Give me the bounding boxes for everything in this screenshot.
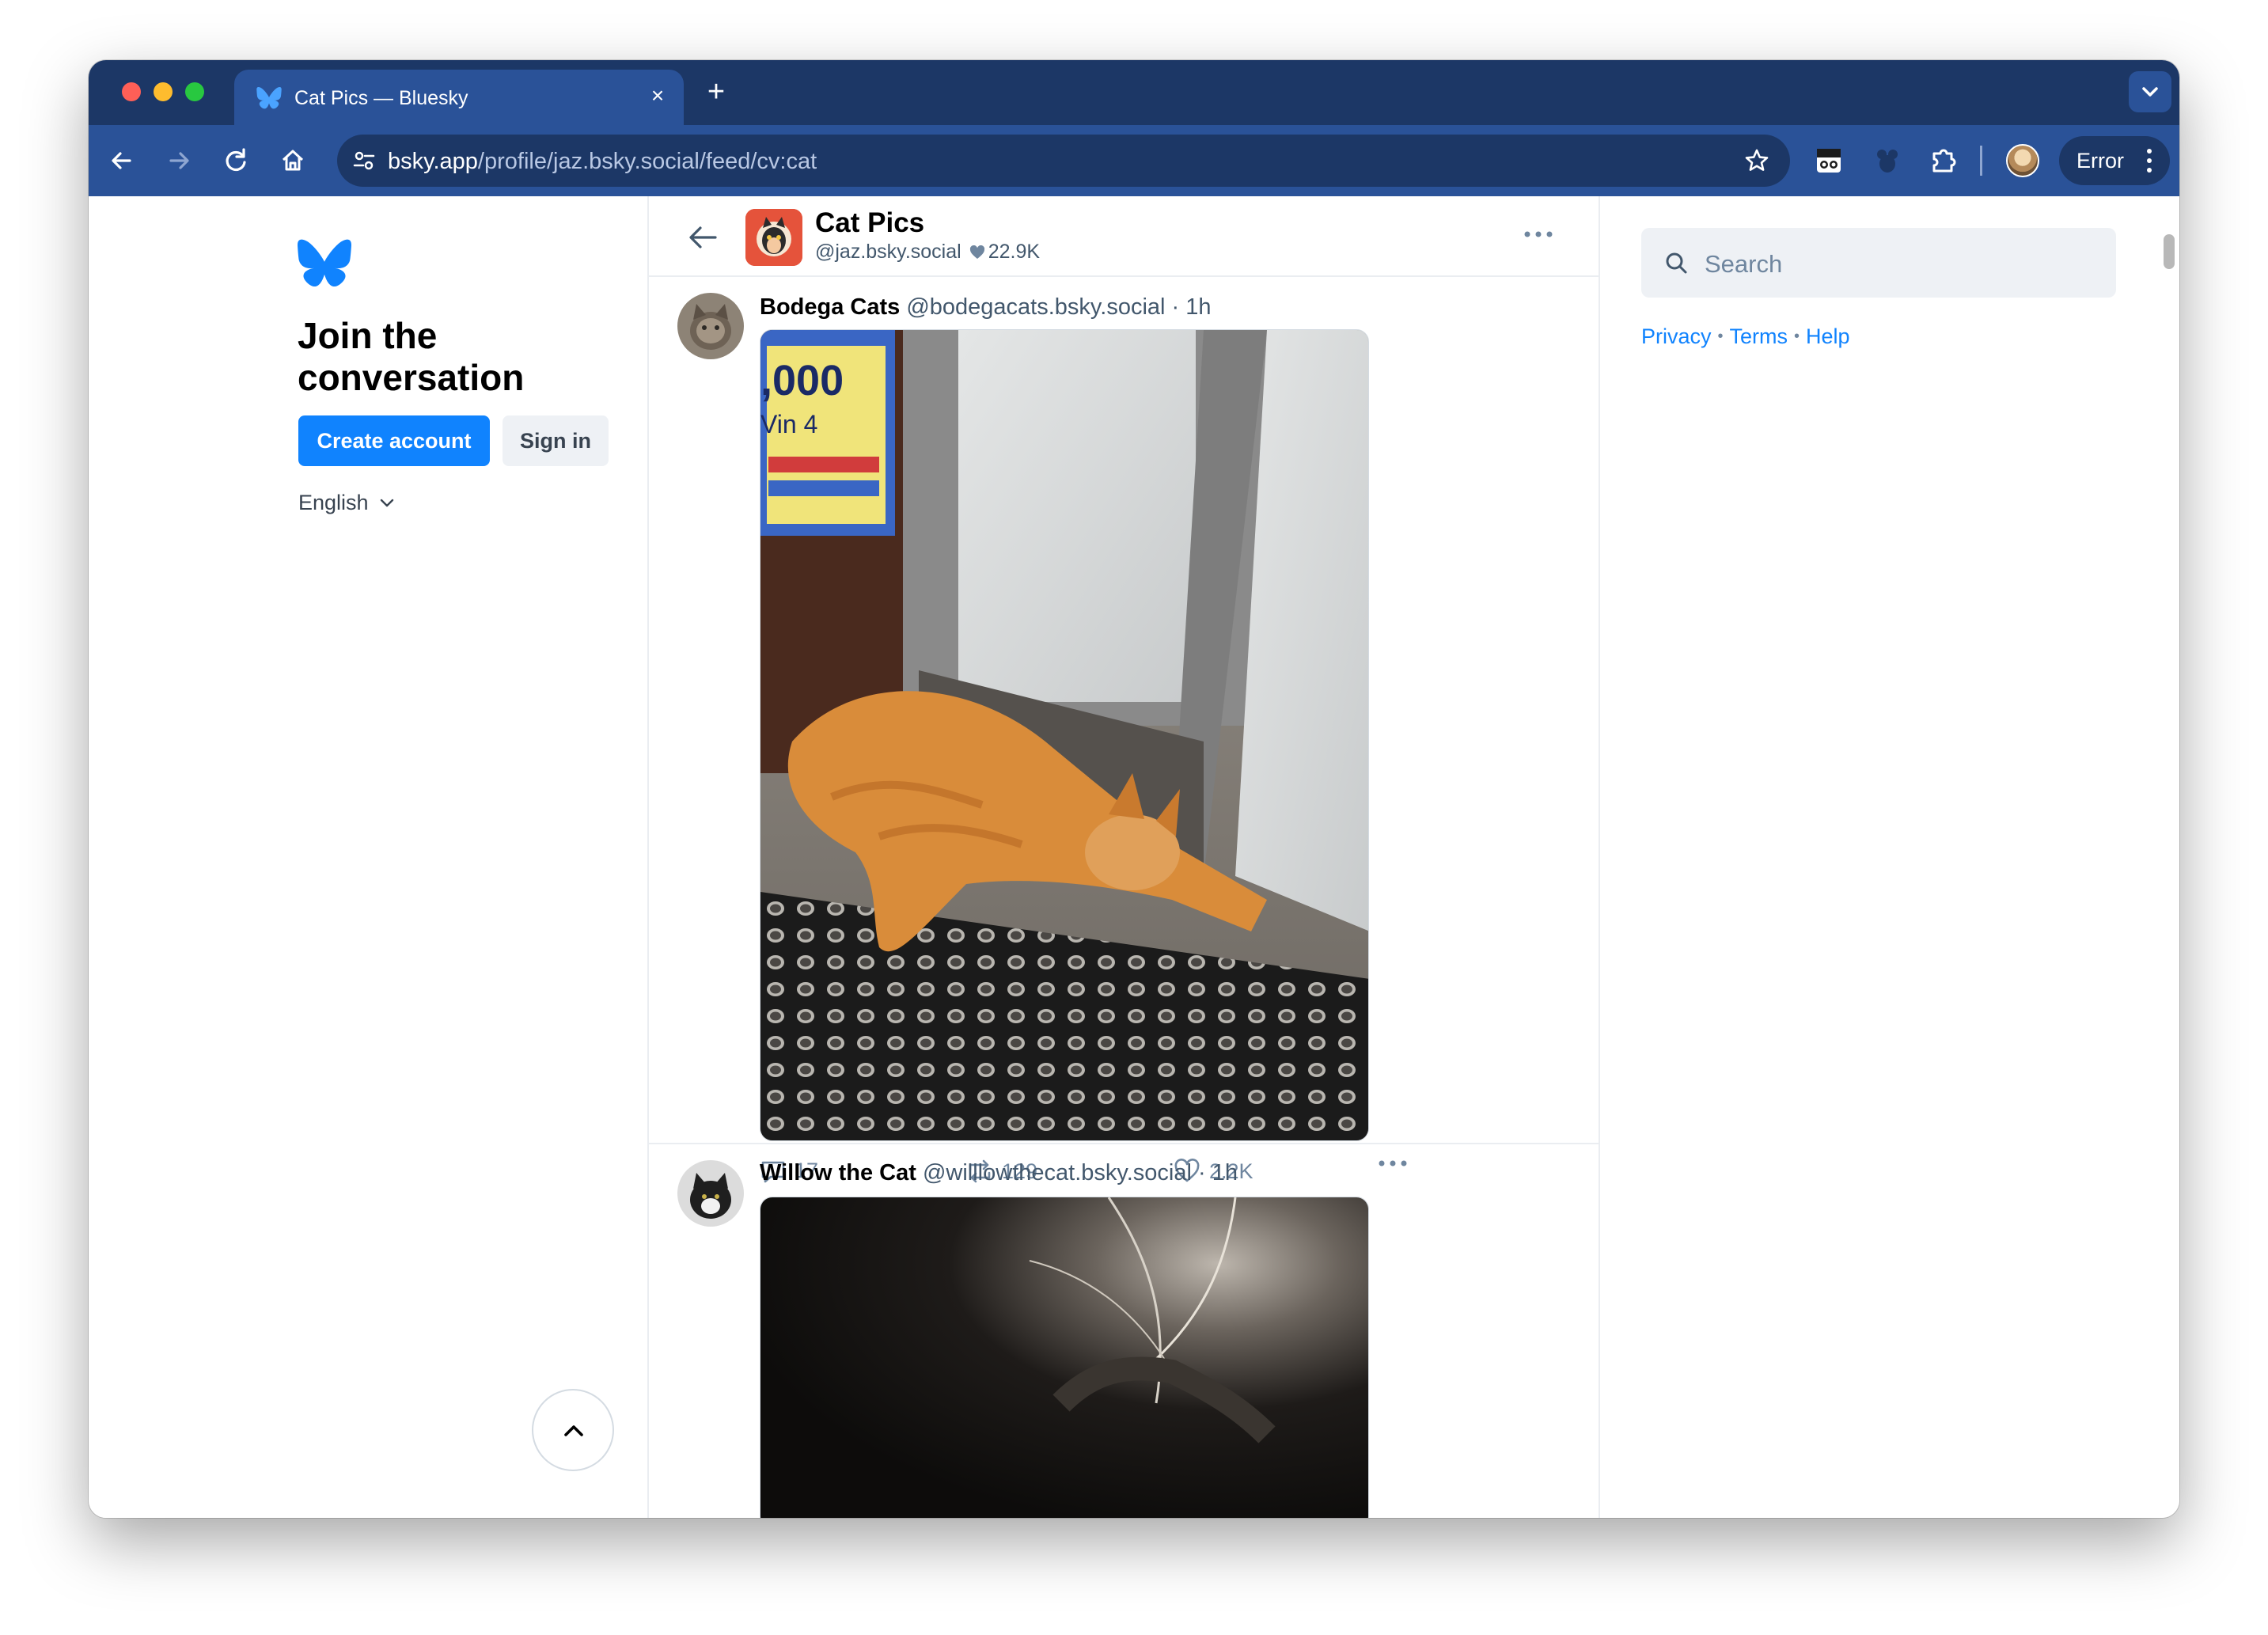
black-cat-photo: [760, 1197, 1368, 1518]
poster-small-text: Vin 4: [760, 410, 817, 438]
tab-strip: Cat Pics — Bluesky × +: [89, 60, 2179, 125]
feed-avatar[interactable]: [745, 209, 802, 266]
feed-post[interactable]: Willow the Cat @willlowthecat.bsky.socia…: [649, 1144, 1599, 1518]
scroll-to-top-button[interactable]: [532, 1389, 614, 1471]
post-author-avatar[interactable]: [677, 293, 744, 359]
post-image[interactable]: ,000 Vin 4: [760, 329, 1369, 1141]
mouse-extension-icon[interactable]: [1869, 142, 1906, 179]
link-separator: •: [1717, 328, 1724, 345]
cat-avatar-image: [677, 293, 744, 359]
reload-icon[interactable]: [218, 143, 253, 178]
browser-toolbar: bsky.app/profile/jaz.bsky.social/feed/cv…: [89, 125, 2179, 196]
address-bar[interactable]: bsky.app/profile/jaz.bsky.social/feed/cv…: [337, 135, 1790, 187]
chevron-down-icon: [2142, 87, 2158, 97]
bluesky-logo-icon[interactable]: [298, 239, 351, 288]
back-arrow-icon[interactable]: [687, 223, 719, 252]
footer-links: Privacy • Terms • Help: [1641, 324, 1850, 349]
feed-handle[interactable]: @jaz.bsky.social: [815, 241, 961, 264]
reader-extension-icon[interactable]: [1811, 142, 1847, 179]
orange-cat-photo: ,000 Vin 4: [760, 330, 1368, 1140]
join-heading: Join the conversation: [298, 315, 525, 398]
forward-icon[interactable]: [161, 143, 196, 178]
close-window-button[interactable]: [122, 82, 141, 101]
post-author-name[interactable]: Bodega Cats: [760, 294, 900, 320]
privacy-link[interactable]: Privacy: [1641, 324, 1712, 349]
site-settings-icon[interactable]: [351, 148, 377, 173]
minimize-window-button[interactable]: [154, 82, 173, 101]
feed-likes: 22.9K: [969, 241, 1040, 264]
profile-error-label: Error: [2076, 149, 2124, 173]
chevron-down-icon: [380, 499, 393, 506]
back-icon[interactable]: [104, 143, 139, 178]
home-icon[interactable]: [275, 143, 310, 178]
sign-in-button[interactable]: Sign in: [503, 415, 609, 466]
new-tab-button[interactable]: +: [698, 74, 734, 111]
bookmark-star-icon[interactable]: [1743, 146, 1771, 175]
feed-title: Cat Pics: [815, 207, 925, 238]
browser-window: Cat Pics — Bluesky × + bsky.app/profile/…: [89, 60, 2179, 1518]
tab-close-icon[interactable]: ×: [643, 81, 673, 111]
post-author-handle[interactable]: @willlowthecat.bsky.social: [923, 1160, 1192, 1185]
heart-icon: [969, 245, 984, 259]
search-input[interactable]: Search: [1641, 228, 2116, 298]
post-image[interactable]: [760, 1197, 1369, 1518]
post-author-handle[interactable]: @bodegacats.bsky.social: [906, 294, 1165, 320]
language-label: English: [298, 491, 369, 514]
tab-active[interactable]: Cat Pics — Bluesky ×: [234, 70, 684, 125]
link-separator: •: [1794, 328, 1800, 345]
post-header: Bodega Cats @bodegacats.bsky.social · 1h: [760, 294, 1212, 321]
tab-title: Cat Pics — Bluesky: [294, 87, 468, 109]
post-time: · 1h: [1198, 1160, 1238, 1185]
maximize-window-button[interactable]: [185, 82, 204, 101]
post-author-avatar[interactable]: [677, 1160, 744, 1227]
poster-big-text: ,000: [760, 357, 844, 404]
feed-meta: @jaz.bsky.social 22.9K: [815, 241, 1040, 264]
extensions-puzzle-icon[interactable]: [1926, 142, 1963, 179]
search-icon: [1666, 252, 1687, 274]
more-options-icon[interactable]: [1523, 230, 1554, 239]
feed-post[interactable]: Bodega Cats @bodegacats.bsky.social · 1h: [649, 277, 1599, 1183]
browser-menu-icon[interactable]: [2146, 146, 2152, 176]
feed-column: Cat Pics @jaz.bsky.social 22.9K Bodega C…: [649, 196, 1599, 1518]
post-author-name[interactable]: Willow the Cat: [760, 1160, 916, 1185]
url-domain: bsky.app: [388, 149, 478, 174]
chevron-up-icon: [564, 1425, 583, 1436]
toolbar-divider: [1980, 146, 1982, 176]
profile-avatar[interactable]: [2006, 144, 2039, 177]
create-account-button[interactable]: Create account: [298, 415, 490, 466]
help-link[interactable]: Help: [1806, 324, 1850, 349]
post-header: Willow the Cat @willlowthecat.bsky.socia…: [760, 1160, 1238, 1186]
right-sidebar: Search Privacy • Terms • Help: [1600, 196, 2179, 1518]
profile-error-button[interactable]: Error: [2059, 136, 2170, 185]
bluesky-favicon-icon: [256, 87, 282, 109]
page-content: Join the conversation Create account Sig…: [89, 196, 2179, 1518]
feed-likes-count: 22.9K: [988, 241, 1041, 263]
cat-avatar-image: [677, 1160, 744, 1227]
page-scrollbar[interactable]: [2164, 234, 2175, 269]
search-placeholder: Search: [1705, 250, 1783, 278]
feed-header: Cat Pics @jaz.bsky.social 22.9K: [649, 196, 1599, 277]
url-path: /profile/jaz.bsky.social/feed/cv:cat: [477, 149, 817, 174]
cat-illustration-icon: [745, 209, 802, 266]
left-sidebar: Join the conversation Create account Sig…: [89, 196, 647, 1518]
url-text[interactable]: bsky.app/profile/jaz.bsky.social/feed/cv…: [388, 149, 817, 175]
terms-link[interactable]: Terms: [1730, 324, 1788, 349]
language-select[interactable]: English: [298, 491, 396, 515]
tab-search-button[interactable]: [2129, 71, 2171, 112]
post-time: · 1h: [1171, 294, 1212, 320]
